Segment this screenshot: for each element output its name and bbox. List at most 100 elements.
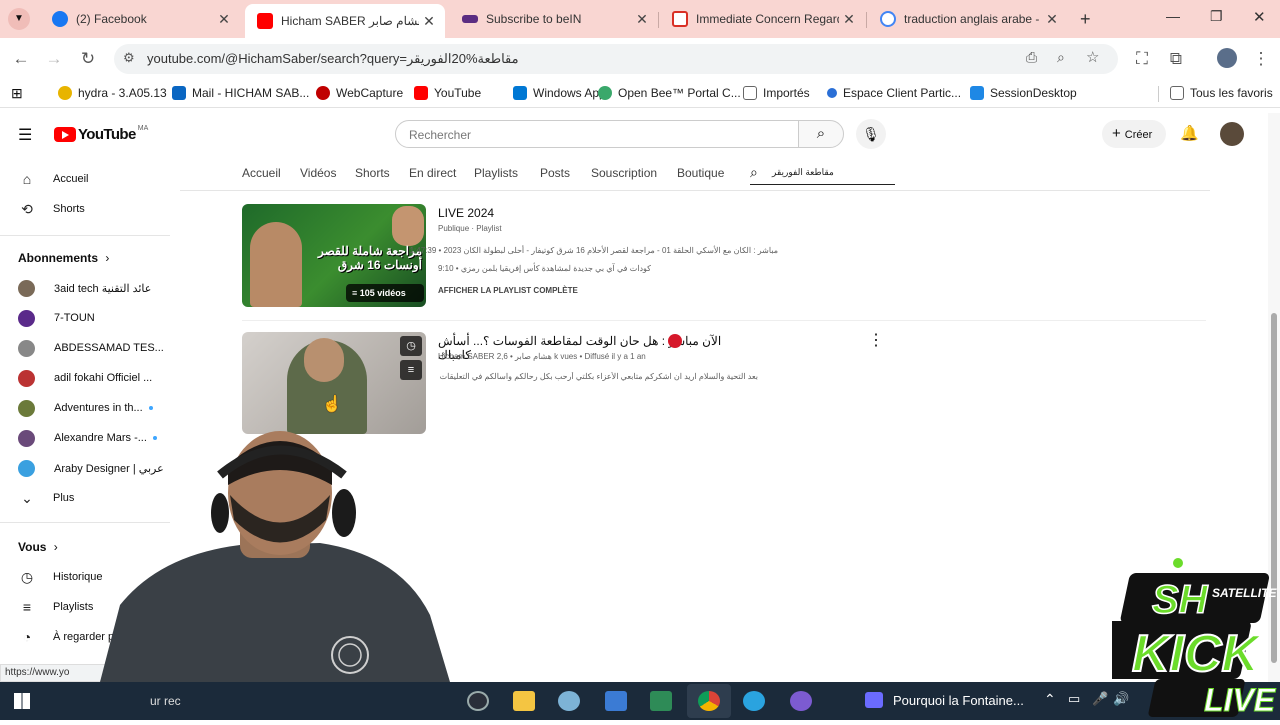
- bookmark-espace-client[interactable]: Espace Client Partic...: [827, 86, 961, 100]
- network-icon[interactable]: ▭: [1068, 691, 1080, 707]
- tab-title: (2) Facebook: [76, 12, 147, 26]
- channel-search-input[interactable]: ⌕ مقاطعة الفوريقر: [750, 164, 895, 185]
- obs-icon[interactable]: [467, 691, 489, 711]
- telegram-icon[interactable]: [743, 691, 765, 711]
- tab-playlists[interactable]: Playlists: [474, 166, 518, 180]
- menu-kebab-icon[interactable]: ⋮: [1250, 48, 1272, 70]
- create-button[interactable]: + Créer: [1102, 120, 1166, 148]
- star-icon[interactable]: ☆: [1086, 48, 1099, 66]
- subscription-item[interactable]: adil fokahi Officiel ...: [0, 363, 170, 393]
- close-tab-icon[interactable]: ✕: [214, 11, 234, 28]
- microphone-icon: 🎙: [862, 126, 880, 142]
- voice-search-button[interactable]: 🎙: [856, 119, 886, 149]
- playlist-title[interactable]: LIVE 2024: [438, 206, 494, 220]
- apps-grid-icon[interactable]: ⊞: [11, 85, 23, 102]
- bookmark-hydra[interactable]: hydra - 3.A05.13: [58, 86, 167, 100]
- windows-taskbar: ur rec Pourquoi la Fontaine... ⌃ ▭ 🎤 🔊: [0, 682, 1280, 720]
- tab-search-button[interactable]: ▼: [8, 8, 30, 30]
- search-icon: ⌕: [816, 125, 826, 142]
- tab-en-direct[interactable]: En direct: [409, 166, 456, 180]
- subscriptions-heading[interactable]: Abonnements ›: [18, 251, 109, 265]
- back-arrow-icon[interactable]: ←: [10, 48, 32, 70]
- media-player-widget[interactable]: Pourquoi la Fontaine...: [865, 692, 1024, 708]
- forward-arrow-icon[interactable]: →: [43, 48, 65, 70]
- tab-boutique[interactable]: Boutique: [677, 166, 724, 180]
- close-tab-icon[interactable]: ✕: [1042, 11, 1062, 28]
- screenshot-extension-icon[interactable]: ⛶: [1131, 48, 1153, 70]
- bookmark-mail[interactable]: Mail - HICHAM SAB...: [172, 86, 309, 100]
- tab-youtube-active[interactable]: Hicham SABER هشام صابر - YouTube ✕: [245, 4, 445, 38]
- site-info-icon[interactable]: ⚙: [123, 50, 135, 66]
- subscription-item[interactable]: 3aid tech عائد التقنية: [0, 273, 170, 303]
- network-app-icon[interactable]: [650, 691, 672, 711]
- live-red-dot-icon: [668, 334, 682, 348]
- video-options-kebab-icon[interactable]: ⋮: [868, 330, 884, 350]
- close-tab-icon[interactable]: ✕: [632, 11, 652, 28]
- restore-button[interactable]: ❐: [1210, 8, 1223, 25]
- bookmark-openbee[interactable]: Open Bee™ Portal C...: [598, 86, 741, 100]
- extensions-icon[interactable]: ⧉: [1165, 48, 1187, 70]
- close-tab-icon[interactable]: ✕: [419, 13, 439, 30]
- openbee-icon: [598, 86, 612, 100]
- windows-app-icon: [513, 86, 527, 100]
- bookmark-windows-app[interactable]: Windows App: [513, 86, 606, 100]
- result-divider: [242, 320, 1206, 321]
- new-tab-button[interactable]: +: [1080, 9, 1091, 30]
- chrome-icon[interactable]: [698, 691, 720, 711]
- subscription-item[interactable]: 7-TOUN: [0, 303, 170, 333]
- tab-facebook[interactable]: (2) Facebook ✕: [40, 4, 240, 34]
- taskbar-search-text[interactable]: ur rec: [150, 694, 181, 708]
- close-tab-icon[interactable]: ✕: [839, 11, 859, 28]
- playlist-video-2[interactable]: كودات في آي بي جديدة لمشاهدة كأس إفريقيا…: [438, 264, 651, 273]
- tab-gmail[interactable]: Immediate Concern Regarding ✕: [660, 4, 865, 34]
- bookmark-sessiondesktop[interactable]: SessionDesktop: [970, 86, 1077, 100]
- tab-souscription[interactable]: Souscription: [591, 166, 657, 180]
- sidebar-item-shorts[interactable]: ⟲ Shorts: [0, 194, 170, 224]
- bookmark-youtube[interactable]: YouTube: [414, 86, 481, 100]
- search-button[interactable]: ⌕: [798, 120, 844, 148]
- playlist-video-1[interactable]: مباشر : الكان مع الأسكي الحلقة 01 - مراج…: [410, 246, 778, 255]
- bookmark-folder-importes[interactable]: Importés: [743, 86, 810, 100]
- minimize-button[interactable]: —: [1166, 8, 1180, 24]
- video-thumbnail[interactable]: ◷ ≡: [242, 332, 426, 434]
- file-explorer-icon[interactable]: [513, 691, 535, 711]
- install-icon[interactable]: ⎙: [1026, 49, 1037, 66]
- reload-icon[interactable]: ↻: [77, 48, 99, 70]
- watch-later-icon[interactable]: ◷: [400, 336, 422, 356]
- bookmark-webcapture[interactable]: WebCapture: [316, 86, 403, 100]
- address-bar[interactable]: ⚙ youtube.com/@HichamSaber/search?query=…: [114, 44, 1118, 74]
- subscription-item[interactable]: Adventures in th...: [0, 393, 170, 423]
- app-icon[interactable]: [558, 691, 580, 711]
- add-to-queue-icon[interactable]: ≡: [400, 360, 422, 380]
- search-input[interactable]: Rechercher: [395, 120, 799, 148]
- view-full-playlist-link[interactable]: AFFICHER LA PLAYLIST COMPLÈTE: [438, 286, 578, 295]
- notifications-bell-icon[interactable]: 🔔: [1180, 124, 1199, 142]
- playlist-thumbnail[interactable]: مراجعة شاملة للقصر أونسات 16 شرق ≡ 105 v…: [242, 204, 426, 307]
- profile-avatar[interactable]: [1217, 48, 1237, 68]
- account-avatar[interactable]: [1220, 122, 1244, 146]
- bookmark-label: SessionDesktop: [990, 86, 1077, 100]
- satellite-app-icon[interactable]: [790, 691, 812, 711]
- tab-google[interactable]: traduction anglais arabe - Re ✕: [868, 4, 1068, 34]
- calculator-icon[interactable]: [605, 691, 627, 711]
- tab-videos[interactable]: Vidéos: [300, 166, 336, 180]
- all-bookmarks-folder[interactable]: Tous les favoris: [1170, 86, 1273, 100]
- youtube-logo[interactable]: YouTube MA: [54, 125, 148, 143]
- zoom-icon[interactable]: ⌕: [1057, 49, 1065, 66]
- you-heading[interactable]: Vous ›: [18, 540, 58, 554]
- tab-accueil[interactable]: Accueil: [242, 166, 281, 180]
- close-window-button[interactable]: ✕: [1253, 8, 1266, 26]
- tab-bein[interactable]: Subscribe to beIN ✕: [450, 4, 658, 34]
- tab-posts[interactable]: Posts: [540, 166, 570, 180]
- subscription-item[interactable]: ABDESSAMAD TES...: [0, 333, 170, 363]
- tab-shorts[interactable]: Shorts: [355, 166, 390, 180]
- windows-start-icon[interactable]: [14, 693, 30, 709]
- microphone-tray-icon[interactable]: 🎤: [1092, 691, 1108, 707]
- bookmark-label: YouTube: [434, 86, 482, 100]
- tray-chevron-up-icon[interactable]: ⌃: [1044, 691, 1056, 708]
- new-content-dot: [148, 406, 153, 410]
- streamer-webcam-image: [100, 431, 450, 682]
- hamburger-menu-icon[interactable]: ☰: [18, 125, 32, 145]
- sidebar-item-accueil[interactable]: ⌂ Accueil: [0, 164, 170, 194]
- sidebar-item-label: Historique: [53, 571, 103, 583]
